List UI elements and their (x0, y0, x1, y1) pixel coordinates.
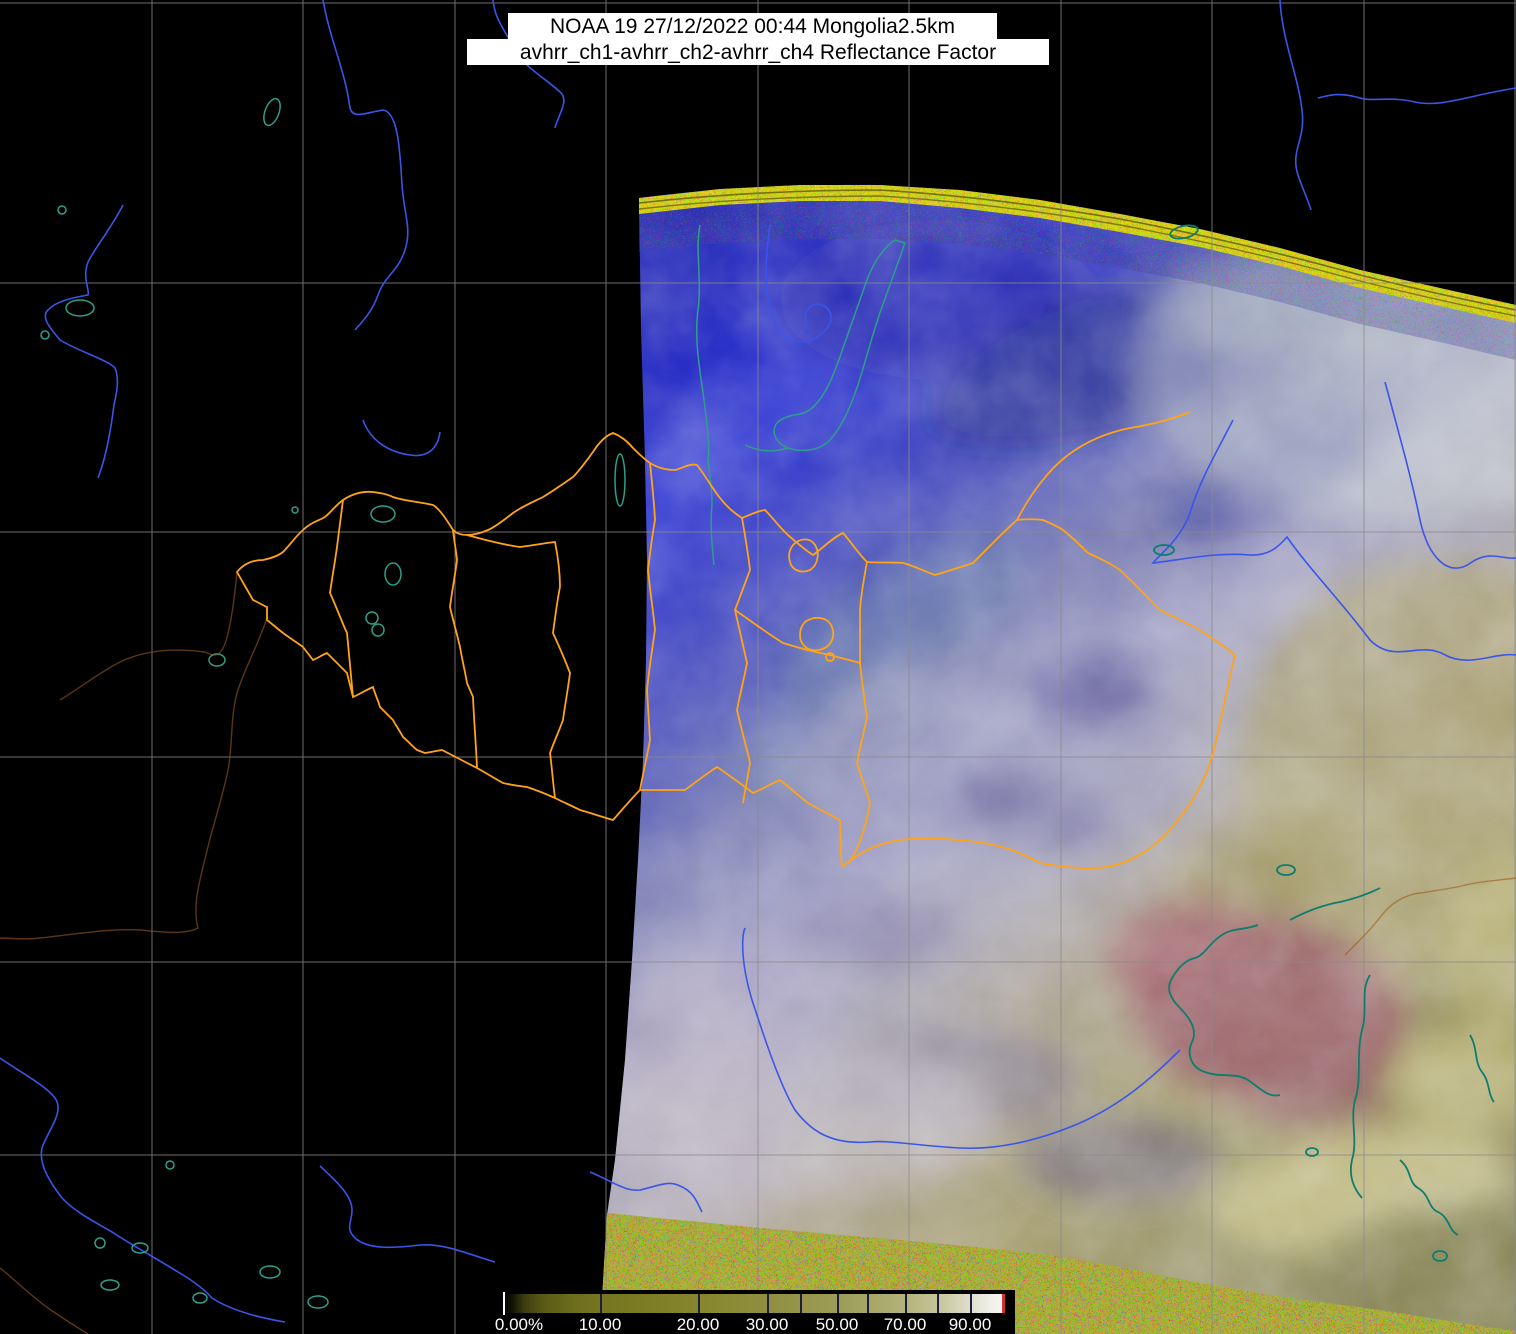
colorbar-tick-30 (767, 1294, 769, 1313)
colorbar-zero-marker (503, 1292, 505, 1315)
map-canvas (0, 0, 1516, 1334)
satellite-image-viewport: NOAA 19 27/12/2022 00:44 Mongolia2.5km a… (0, 0, 1516, 1334)
colorbar-tick-60 (867, 1294, 869, 1313)
colorbar-label-70: 70.00 (884, 1316, 927, 1333)
colorbar-label-50: 50.00 (816, 1316, 859, 1333)
colorbar-label-30: 30.00 (746, 1316, 789, 1333)
colorbar-tick-50 (837, 1294, 839, 1313)
colorbar-tick-80 (937, 1294, 939, 1313)
colorbar-label-10: 10.00 (579, 1316, 622, 1333)
colorbar-tick-90 (970, 1294, 972, 1313)
colorbar-gradient (503, 1294, 1005, 1313)
image-subtitle: avhrr_ch1-avhrr_ch2-avhrr_ch4 Reflectanc… (467, 39, 1049, 65)
colorbar-end-marker (1002, 1294, 1005, 1313)
colorbar-tick-20 (698, 1294, 700, 1313)
colorbar-label-0: 0.00% (495, 1316, 543, 1333)
province-border (467, 535, 570, 798)
colorbar-label-90: 90.00 (949, 1316, 992, 1333)
image-title-text: NOAA 19 27/12/2022 00:44 Mongolia2.5km (550, 16, 955, 37)
colorbar-tick-70 (905, 1294, 907, 1313)
province-border (450, 530, 477, 768)
reflectance-colorbar: 0.00% 10.00 20.00 30.00 50.00 70.00 90.0… (495, 1290, 1015, 1334)
image-title: NOAA 19 27/12/2022 00:44 Mongolia2.5km (508, 13, 997, 39)
image-subtitle-text: avhrr_ch1-avhrr_ch2-avhrr_ch4 Reflectanc… (520, 42, 996, 63)
colorbar-tick-10 (600, 1294, 602, 1313)
colorbar-tick-40 (800, 1294, 802, 1313)
colorbar-label-20: 20.00 (677, 1316, 720, 1333)
